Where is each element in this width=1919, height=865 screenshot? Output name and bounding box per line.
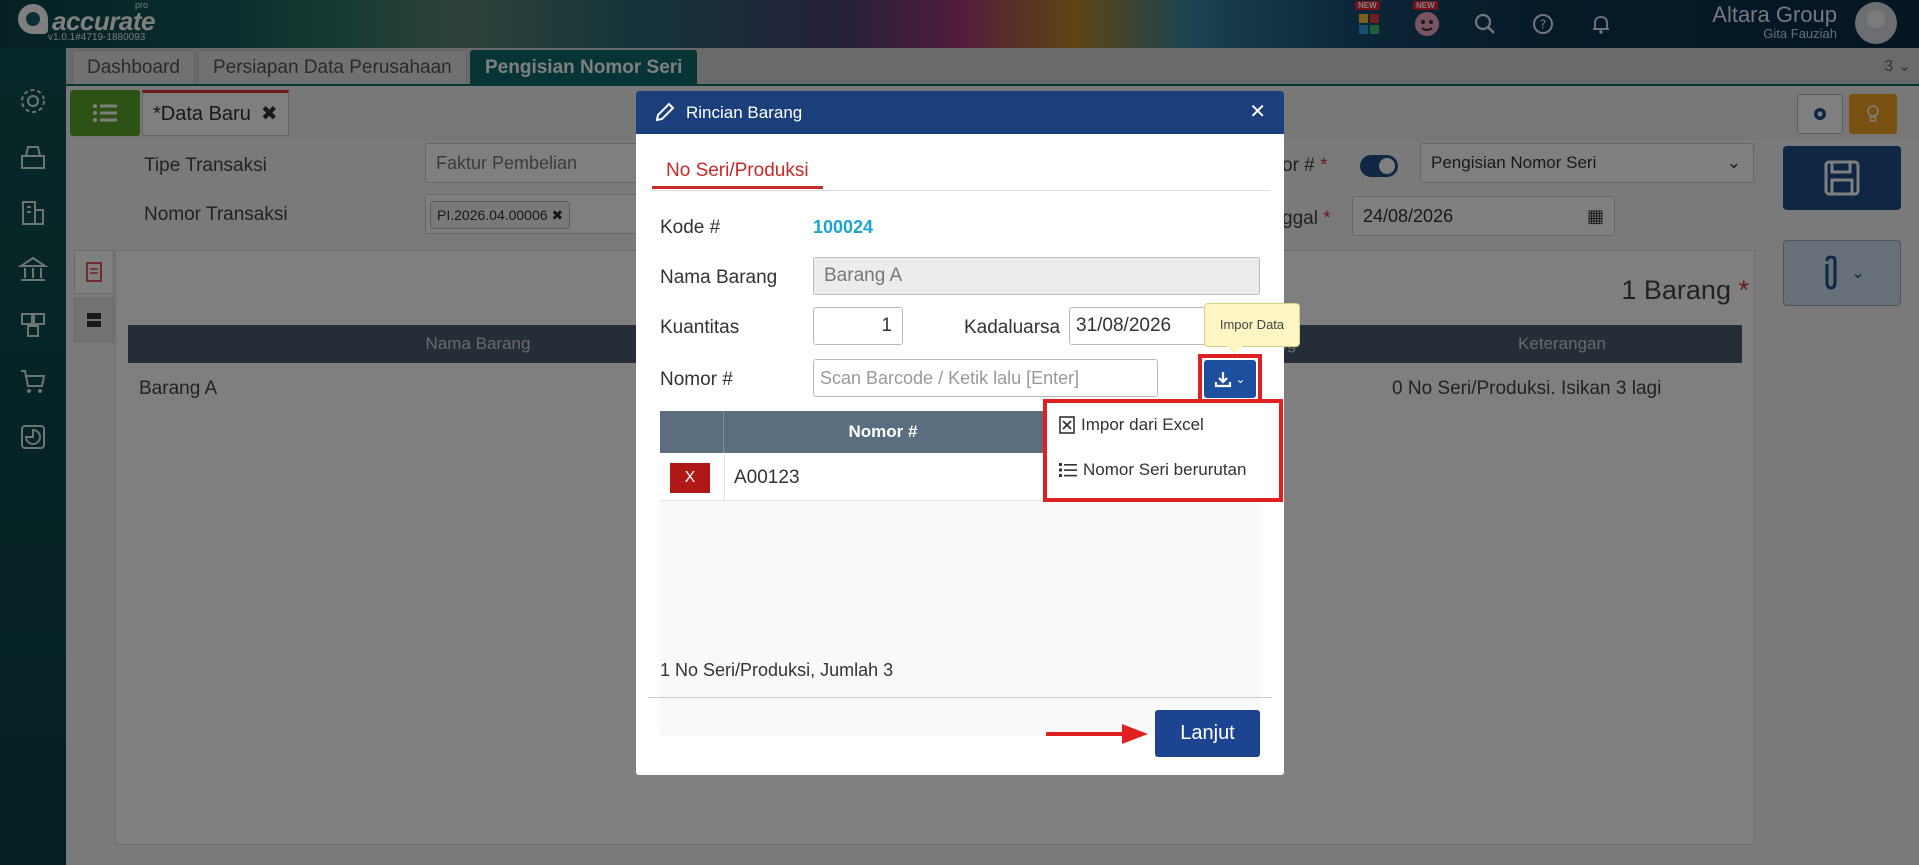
modal-header: Rincian Barang ✕ [636, 91, 1284, 134]
kode-value[interactable]: 100024 [813, 217, 873, 238]
red-arrow-annotation [1046, 724, 1148, 744]
nama-barang-field: Barang A [813, 257, 1260, 295]
close-icon[interactable]: ✕ [1249, 91, 1266, 134]
impor-data-tooltip: Impor Data [1204, 303, 1300, 354]
serial-number-input[interactable]: Scan Barcode / Ketik lalu [Enter] [813, 359, 1158, 397]
serial-col-nomor: Nomor # [848, 422, 918, 441]
pencil-icon [655, 102, 675, 122]
kuantitas-label: Kuantitas [660, 317, 740, 338]
tab-divider [650, 190, 1270, 191]
kuantitas-field[interactable]: 1 [813, 307, 903, 345]
nomor-label: Nomor # [660, 369, 733, 390]
modal-title: Rincian Barang [686, 103, 803, 122]
lanjut-button[interactable]: Lanjut [1155, 710, 1260, 757]
kadaluarsa-label: Kadaluarsa [964, 317, 1061, 338]
list-icon [1059, 463, 1077, 477]
menu-item-impor-excel[interactable]: Impor dari Excel [1059, 415, 1204, 435]
row-divider [724, 455, 725, 501]
footer-divider [648, 697, 1272, 698]
serial-table-empty-area [660, 501, 1260, 735]
nama-barang-label: Nama Barang [660, 267, 778, 288]
kadaluarsa-field[interactable]: 31/08/2026 [1069, 307, 1209, 345]
tab-no-seri[interactable]: No Seri/Produksi [652, 153, 823, 189]
kode-label: Kode # [660, 217, 721, 238]
menu-item-label: Impor dari Excel [1081, 415, 1204, 434]
menu-item-nomor-seri-berurutan[interactable]: Nomor Seri berurutan [1059, 460, 1246, 480]
remove-serial-button[interactable]: X [670, 463, 710, 493]
serial-col-action [660, 411, 724, 453]
serial-summary: 1 No Seri/Produksi, Jumlah 3 [660, 660, 894, 680]
import-dropdown-menu: Impor dari Excel Nomor Seri berurutan [1043, 399, 1283, 502]
serial-value: A00123 [734, 467, 800, 488]
excel-icon [1059, 416, 1075, 434]
menu-item-label: Nomor Seri berurutan [1083, 460, 1247, 479]
highlight-box-import [1198, 354, 1262, 404]
